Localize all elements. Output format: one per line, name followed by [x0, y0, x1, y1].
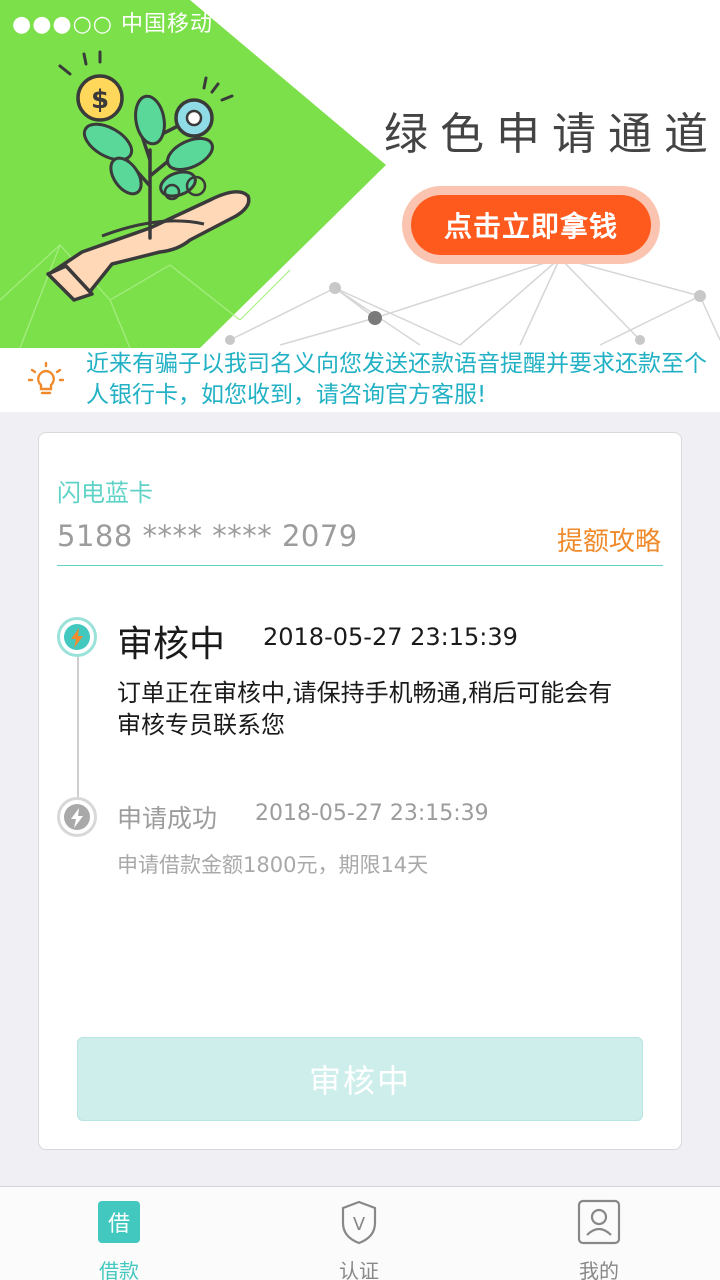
tab-loan-label: 借款	[99, 1259, 139, 1280]
timeline-connector	[77, 647, 79, 813]
loan-status-card: 闪电蓝卡 5188 **** **** 2079 提额攻略 审核中 2018-0…	[38, 432, 682, 1150]
tab-loan[interactable]: 借 借款	[59, 1187, 179, 1280]
reviewing-button[interactable]: 审核中	[77, 1037, 643, 1121]
step-reviewing-time: 2018-05-27 23:15:39	[263, 623, 518, 651]
tab-mine-label: 我的	[579, 1259, 619, 1280]
tab-bar: 借 借款 V 认证 我的	[0, 1186, 720, 1280]
lightning-icon	[57, 617, 97, 657]
banner-title: 绿色申请通道	[384, 109, 720, 160]
card-number: 5188 **** **** 2079	[57, 519, 358, 553]
status-bar-carrier: ●●●○○ 中国移动	[12, 12, 213, 37]
step-reviewing-desc: 订单正在审核中,请保持手机畅通,稍后可能会有审核专员联系您	[117, 679, 613, 739]
divider	[57, 565, 663, 566]
lightbulb-icon	[28, 362, 64, 395]
get-money-button[interactable]: 点击立即拿钱	[411, 195, 651, 255]
svg-text:V: V	[353, 1214, 366, 1235]
svg-text:$: $	[91, 85, 109, 115]
step-applied-title: 申请成功	[117, 804, 218, 833]
tab-verify[interactable]: V 认证	[299, 1187, 419, 1280]
promo-banner[interactable]: $ ●●●○○ 中国移动 绿色申请通道 点击立即拿钱	[0, 0, 720, 348]
loan-status-screen: $ ●●●○○ 中国移动 绿色申请通道 点击立即拿钱 近来有骗子以我司名义向您发…	[0, 0, 720, 1280]
fraud-notice: 近来有骗子以我司名义向您发送还款语音提醒并要求还款至个人银行卡，如您收到，请咨询…	[0, 348, 720, 412]
step-applied-desc: 申请借款金额1800元，期限14天	[117, 853, 429, 877]
notice-text: 近来有骗子以我司名义向您发送还款语音提醒并要求还款至个人银行卡，如您收到，请咨询…	[86, 351, 707, 408]
step-applied-time: 2018-05-27 23:15:39	[255, 801, 489, 826]
shield-icon: V	[341, 1200, 377, 1245]
tab-verify-label: 认证	[339, 1259, 379, 1280]
person-icon	[577, 1199, 621, 1245]
cta-outer-ring: 点击立即拿钱	[402, 186, 660, 264]
lightning-icon	[57, 797, 97, 837]
loan-icon: 借	[98, 1201, 140, 1243]
tab-mine[interactable]: 我的	[539, 1187, 659, 1280]
svg-text:借: 借	[108, 1212, 130, 1237]
limit-tips-link[interactable]: 提额攻略	[557, 521, 661, 558]
banner-illustration: $	[0, 0, 720, 348]
card-name: 闪电蓝卡	[57, 479, 153, 507]
step-reviewing-title: 审核中	[117, 624, 226, 665]
